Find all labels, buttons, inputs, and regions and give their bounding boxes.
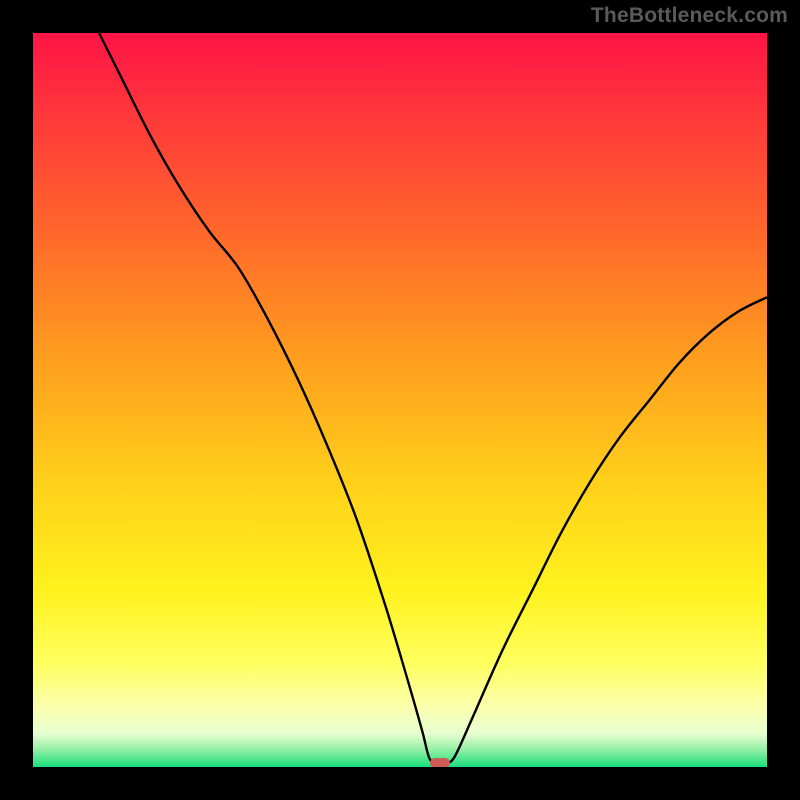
bottleneck-curve xyxy=(33,33,767,767)
chart-container: TheBottleneck.com xyxy=(0,0,800,800)
watermark-text: TheBottleneck.com xyxy=(591,4,788,28)
optimal-marker xyxy=(430,758,450,767)
plot-area xyxy=(33,33,767,767)
